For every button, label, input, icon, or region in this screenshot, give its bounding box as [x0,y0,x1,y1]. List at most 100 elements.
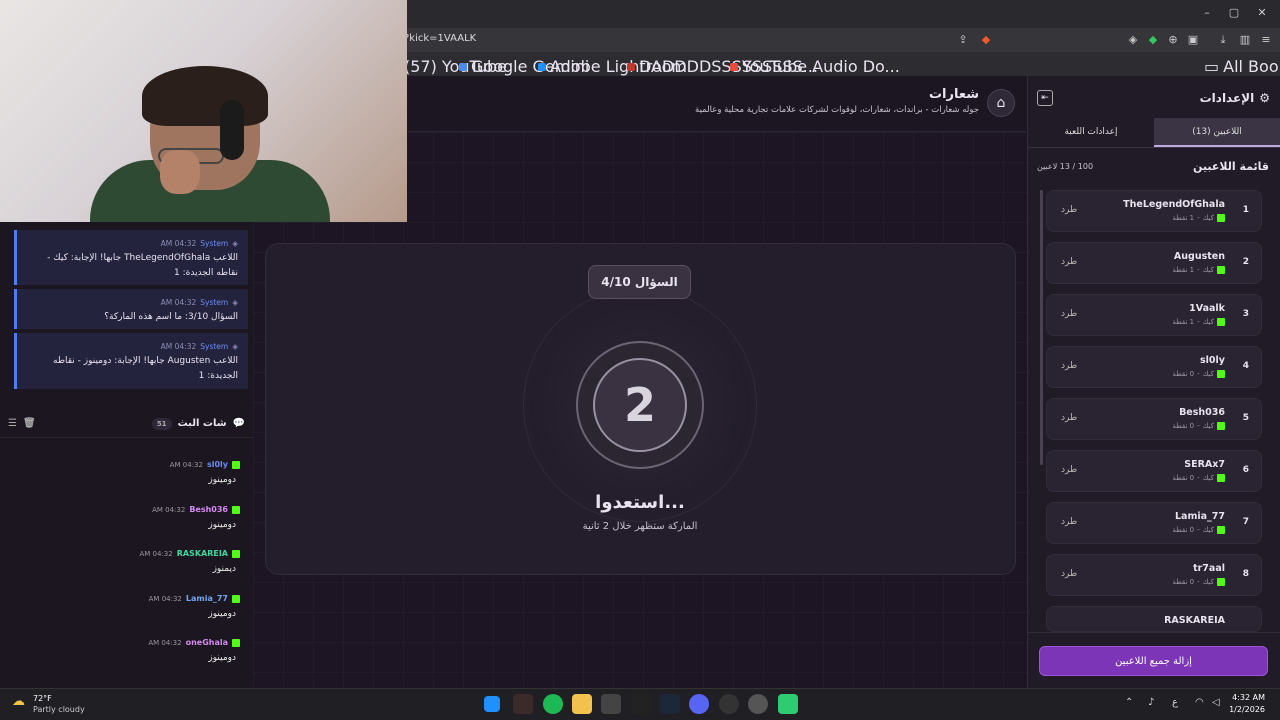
player-meta: كيك -0 نقطة [1172,526,1225,534]
language-indicator[interactable]: ع [1172,697,1178,708]
trash-icon[interactable]: 🗑 [23,418,36,429]
system-text: السؤال 3/10: ما اسم هذه الماركة؟ [104,312,238,322]
obs-icon[interactable] [719,694,739,714]
lightroom-icon [538,62,546,71]
settings-header: ⚙ الإعدادات ⇤ [1027,84,1280,112]
kick-icon [1217,370,1225,378]
kick-icon [1217,266,1225,274]
discord-icon[interactable] [689,694,709,714]
chat-username[interactable]: Besh036 [189,505,228,514]
kick-player-button[interactable]: طرد [1061,309,1077,319]
players-list-title: قائمة اللاعبين [1193,160,1269,173]
download-icon[interactable]: ⤓ [1215,32,1231,48]
player-name: RASKAREIA [1164,615,1225,626]
remove-all-players-button[interactable]: إزالة جميع اللاعبين [1039,646,1268,676]
vpn-icon[interactable]: ◆ [1145,32,1161,48]
player-rank: 1 [1242,205,1249,215]
brave-shield-icon[interactable]: ◆ [978,32,994,48]
tray-chevron-icon[interactable]: ⌃ [1125,697,1133,708]
kick-icon [232,505,240,514]
player-meta: كيك -0 نقطة [1172,578,1225,586]
player-row: 3 1Vaalk كيك -1 نقطة طرد [1046,294,1262,336]
player-row: 2 Augusten كيك -1 نقطة طرد [1046,242,1262,284]
players-scrollbar[interactable] [1040,190,1043,465]
settings-title: الإعدادات [1199,91,1255,105]
weather-icon[interactable]: ☁ [12,694,25,709]
file-explorer-icon[interactable] [572,694,592,714]
volume-icon[interactable]: ◁ [1212,697,1220,708]
chat-username[interactable]: RASKAREIA [177,549,228,558]
bookmark-youtube-audio[interactable]: YouTube Audio Do... [730,57,900,76]
chat-message: oneGhala 04:32 AM دومينوز [10,638,240,663]
system-text: اللاعب TheLegendOfGhala جابها! الإجابة: … [47,253,238,278]
brave-icon[interactable] [513,694,533,714]
player-platform: كيك [1202,578,1214,586]
chat-text: دومينوز [208,475,236,485]
message-time: 04:32 AM [160,342,197,351]
kick-player-button[interactable]: طرد [1061,257,1077,267]
align-icon[interactable]: ☰ [8,418,17,429]
sidebar-icon[interactable]: ▥ [1237,32,1253,48]
kick-player-button[interactable]: طرد [1061,517,1077,527]
home-icon[interactable]: ⌂ [987,89,1015,117]
system-message: ◈ System 04:32 AM اللاعب TheLegendOfGhala … [14,230,248,285]
chat-username[interactable]: sl0ly [207,460,228,469]
player-points: 1 نقطة [1172,214,1195,222]
gemini-icon [459,62,467,71]
message-time: 04:32 AM [160,298,197,307]
wallet-icon[interactable]: ⊕ [1165,32,1181,48]
tabs-icon[interactable]: ▣ [1185,32,1201,48]
clock-time[interactable]: 4:32 AM [1225,693,1265,702]
players-list-header: قائمة اللاعبين 100 / 13 لاعبين [1037,160,1269,173]
kick-player-button[interactable]: طرد [1061,361,1077,371]
bookmark-icon [627,62,635,71]
mic-icon[interactable]: ♪ [1148,697,1154,708]
collapse-panel-icon[interactable]: ⇤ [1037,90,1053,106]
url-text[interactable]: ?kick=1VAALK [404,33,476,44]
player-points: 0 نقطة [1172,474,1195,482]
webcam-headset [220,100,244,160]
player-row: RASKAREIA [1046,606,1262,632]
ready-subtitle: الماركة ستظهر خلال 2 ثانية [582,521,698,532]
wifi-icon[interactable]: ◠ [1195,697,1204,708]
steam-icon[interactable] [660,694,680,714]
kick-player-button[interactable]: طرد [1061,413,1077,423]
close-icon[interactable]: ✕ [1252,6,1272,22]
chat-username[interactable]: Lamia_77 [186,594,228,603]
system-name: System [200,342,229,351]
kick-player-button[interactable]: طرد [1061,569,1077,579]
kick-icon [1217,474,1225,482]
all-bookmarks[interactable]: ▭All Bookmarks [1204,57,1280,76]
player-name: sl0ly [1200,355,1225,366]
system-text: اللاعب Augusten جابها! الإجابة: دومينوز … [53,356,238,381]
spotify-icon[interactable] [543,694,563,714]
chat-text: دومينوز [208,520,236,530]
kick-player-button[interactable]: طرد [1061,205,1077,215]
chat-username[interactable]: oneGhala [186,638,228,647]
clock-date[interactable]: 1/2/2026 [1225,705,1265,714]
start-icon[interactable] [484,696,500,712]
share-icon[interactable]: ⇪ [955,32,971,48]
chat-message: Lamia_77 04:32 AM دومينوز [10,594,240,619]
kick-player-button[interactable]: طرد [1061,465,1077,475]
tab-game-settings[interactable]: إعدادات اللعبة [1028,118,1154,147]
resolve-icon[interactable] [601,694,621,714]
youtube-icon [730,62,738,71]
menu-icon[interactable]: ≡ [1258,32,1274,48]
kick-icon [1217,214,1225,222]
app-icon[interactable] [778,694,798,714]
weather-desc[interactable]: Partly cloudy [33,705,85,714]
player-points: 0 نقطة [1172,578,1195,586]
weather-temp[interactable]: 72°F [33,694,52,703]
kick-icon [232,460,240,469]
tab-players[interactable]: اللاعبين (13) [1154,118,1280,147]
settings-app-icon[interactable] [748,694,768,714]
maximize-icon[interactable]: ▢ [1224,6,1244,22]
minimize-icon[interactable]: – [1197,6,1217,22]
message-time: 04:32 AM [160,239,197,248]
webcam-overlay [0,0,407,222]
kick-icon [1217,526,1225,534]
epic-games-icon[interactable] [631,694,651,714]
extension-icon[interactable]: ◈ [1125,32,1141,48]
game-header [408,76,1026,132]
